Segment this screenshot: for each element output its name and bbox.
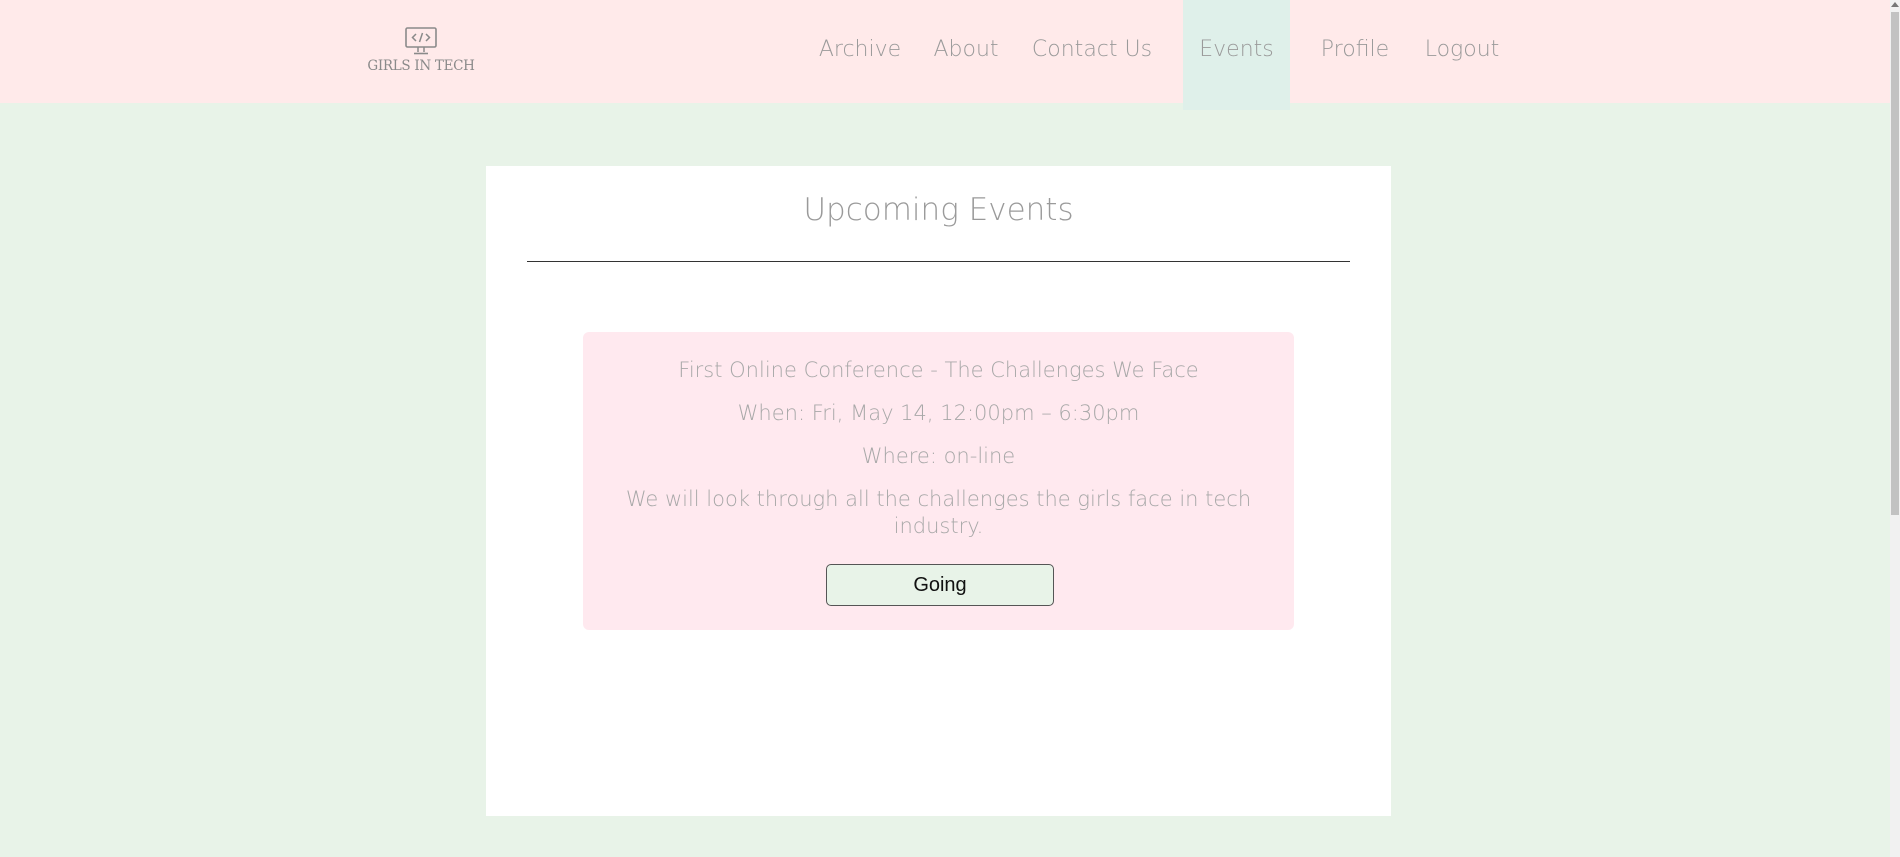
- nav-archive[interactable]: Archive: [810, 0, 910, 103]
- page-title: Upcoming Events: [803, 192, 1074, 228]
- nav-logout[interactable]: Logout: [1418, 0, 1506, 103]
- scrollbar-thumb[interactable]: [1891, 12, 1899, 515]
- page-scrollbar[interactable]: [1890, 0, 1900, 857]
- event-when: When: Fri, May 14, 12:00pm – 6:30pm: [737, 401, 1140, 425]
- event-description: We will look through all the challenges …: [625, 487, 1252, 538]
- nav-events[interactable]: Events: [1183, 0, 1290, 110]
- title-divider: [527, 261, 1350, 262]
- nav-about[interactable]: About: [926, 0, 1006, 103]
- site-logo[interactable]: GIRLS IN TECH: [366, 26, 476, 76]
- nav-profile[interactable]: Profile: [1313, 0, 1397, 103]
- event-where: Where: on-line: [861, 444, 1016, 468]
- events-panel: Upcoming Events First Online Conference …: [486, 166, 1391, 816]
- page: GIRLS IN TECH Archive About Contact Us E…: [0, 0, 1900, 857]
- event-title: First Online Conference - The Challenges…: [678, 358, 1199, 382]
- event-card: First Online Conference - The Challenges…: [583, 332, 1294, 630]
- site-header: GIRLS IN TECH Archive About Contact Us E…: [0, 0, 1890, 110]
- scroll-up-arrow-icon[interactable]: [1891, 2, 1899, 7]
- going-button[interactable]: Going: [826, 564, 1054, 606]
- logo-text: GIRLS IN TECH: [367, 58, 475, 74]
- nav-contact-us[interactable]: Contact Us: [1027, 0, 1157, 103]
- monitor-code-icon: [405, 27, 437, 55]
